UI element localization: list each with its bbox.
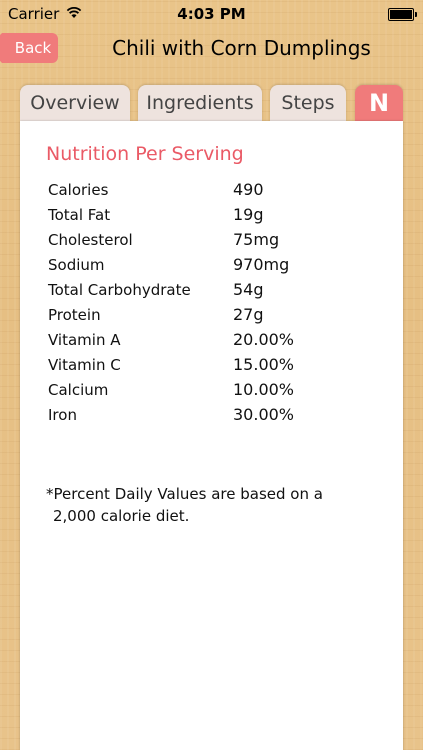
- nutrition-table: Calories 490 Total Fat 19g Cholesterol 75mg…: [48, 177, 388, 427]
- footnote-line-1: *Percent Daily Values are based on a: [46, 485, 323, 503]
- back-button[interactable]: Back: [0, 33, 58, 63]
- table-row: Total Fat 19g: [48, 202, 388, 227]
- nutrient-value: 15.00%: [233, 355, 295, 374]
- table-row: Calcium 10.00%: [48, 377, 388, 402]
- nutrient-value: 27g: [233, 305, 264, 324]
- table-row: Total Carbohydrate 54g: [48, 277, 388, 302]
- tab-overview[interactable]: Overview: [20, 85, 130, 121]
- tab-ingredients[interactable]: Ingredients: [138, 85, 262, 121]
- page-title: Chili with Corn Dumplings: [112, 36, 371, 60]
- battery-icon: [388, 8, 417, 21]
- section-title: Nutrition Per Serving: [46, 143, 244, 165]
- nutrient-value: 970mg: [233, 255, 290, 274]
- nutrient-label: Calcium: [48, 380, 109, 399]
- table-row: Cholesterol 75mg: [48, 227, 388, 252]
- nutrient-label: Cholesterol: [48, 230, 133, 249]
- table-row: Vitamin C 15.00%: [48, 352, 388, 377]
- table-row: Iron 30.00%: [48, 402, 388, 427]
- nutrient-label: Vitamin C: [48, 355, 121, 374]
- nutrient-value: 54g: [233, 280, 264, 299]
- nutrient-value: 75mg: [233, 230, 280, 249]
- tab-nutrition[interactable]: N: [355, 85, 403, 121]
- nutrient-label: Protein: [48, 305, 101, 324]
- table-row: Vitamin A 20.00%: [48, 327, 388, 352]
- nutrient-value: 10.00%: [233, 380, 295, 399]
- status-bar: Carrier 4:03 PM: [0, 0, 423, 28]
- nutrient-value: 490: [233, 180, 264, 199]
- nutrient-label: Calories: [48, 180, 109, 199]
- daily-value-footnote: *Percent Daily Values are based on a 2,0…: [46, 483, 366, 527]
- table-row: Protein 27g: [48, 302, 388, 327]
- nutrient-label: Total Fat: [48, 205, 111, 224]
- nutrient-value: 19g: [233, 205, 264, 224]
- nutrient-value: 30.00%: [233, 405, 295, 424]
- tab-steps[interactable]: Steps: [270, 85, 346, 121]
- table-row: Calories 490: [48, 177, 388, 202]
- nutrient-value: 20.00%: [233, 330, 295, 349]
- clock: 4:03 PM: [177, 5, 246, 23]
- nutrient-label: Sodium: [48, 255, 105, 274]
- table-row: Sodium 970mg: [48, 252, 388, 277]
- navigation-bar: Back Chili with Corn Dumplings: [0, 28, 423, 72]
- footnote-line-2: 2,000 calorie diet.: [53, 507, 190, 525]
- nutrition-panel: Nutrition Per Serving Calories 490 Total …: [20, 121, 403, 750]
- nutrient-label: Vitamin A: [48, 330, 121, 349]
- nutrient-label: Iron: [48, 405, 77, 424]
- nutrient-label: Total Carbohydrate: [48, 280, 191, 299]
